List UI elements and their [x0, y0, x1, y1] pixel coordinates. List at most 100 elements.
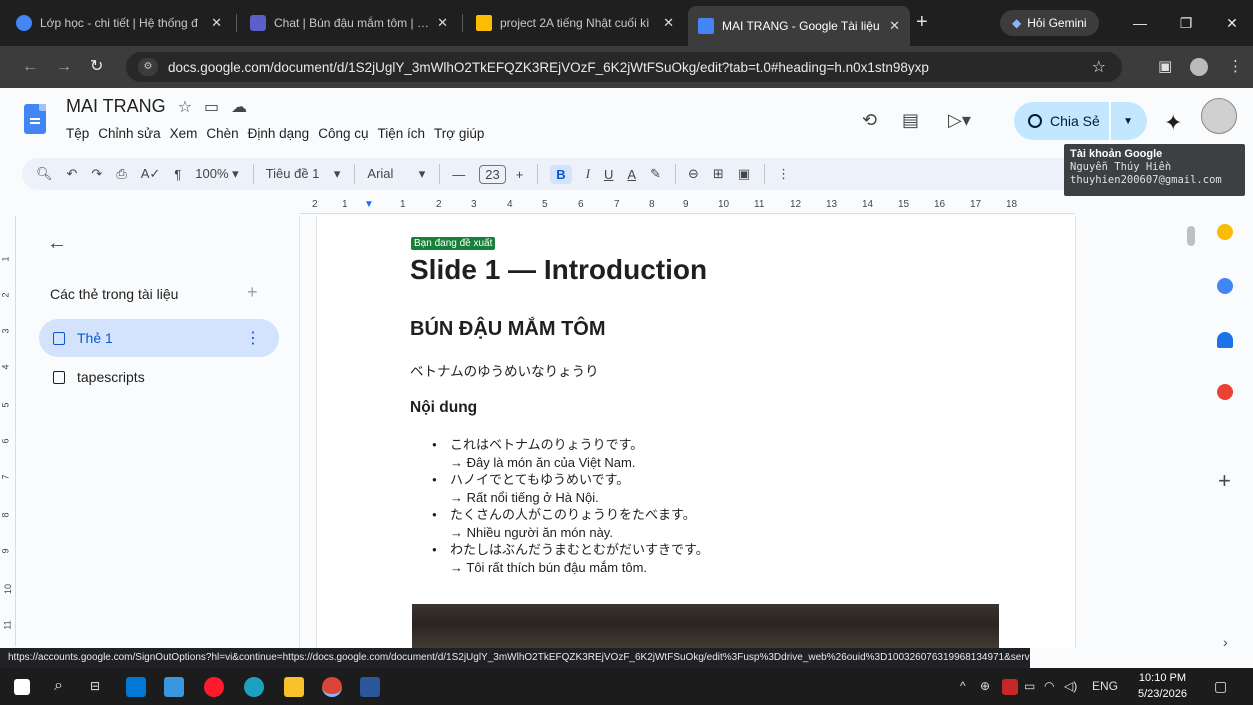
- notifications-icon[interactable]: ▢: [1214, 676, 1227, 696]
- comments-icon[interactable]: ▤: [902, 110, 919, 131]
- chevron-down-icon[interactable]: ▼: [1123, 116, 1133, 127]
- vertical-ruler[interactable]: 1 2 3 4 5 6 7 8 9 10 11: [0, 216, 16, 646]
- profile-icon[interactable]: [1190, 58, 1208, 76]
- minimize-button[interactable]: —: [1120, 8, 1160, 38]
- url-field[interactable]: ⚙ docs.google.com/document/d/1S2jUglY_3m…: [126, 52, 1122, 82]
- menu-file[interactable]: Tệp: [66, 126, 89, 141]
- chevron-right-icon[interactable]: ›: [1223, 634, 1228, 650]
- menu-view[interactable]: Xem: [170, 126, 198, 141]
- menu-help[interactable]: Trợ giúp: [434, 126, 484, 141]
- avatar[interactable]: [1201, 98, 1237, 134]
- menu-dots-icon[interactable]: ⋮: [1228, 58, 1243, 76]
- bold-icon[interactable]: B: [550, 164, 572, 184]
- more-options-icon[interactable]: ⋮: [245, 328, 261, 348]
- back-icon[interactable]: ←: [22, 56, 38, 78]
- chrome-icon[interactable]: [322, 677, 342, 697]
- font-select[interactable]: Arial ▾: [367, 166, 425, 182]
- heading-2[interactable]: BÚN ĐẬU MẮM TÔM: [410, 318, 606, 341]
- tray-app-icon[interactable]: ⊕: [980, 676, 990, 696]
- print-icon[interactable]: ⎙: [116, 166, 126, 182]
- restore-button[interactable]: ❐: [1166, 8, 1206, 38]
- photos-icon[interactable]: [164, 677, 184, 697]
- embedded-image[interactable]: [412, 604, 999, 648]
- bookmark-star-icon[interactable]: ☆: [1092, 57, 1106, 77]
- decrease-size-icon[interactable]: —: [452, 167, 465, 182]
- tab-chat[interactable]: Chat | Bún đậu mắm tôm | Mi ✕: [240, 8, 458, 38]
- add-tab-icon[interactable]: +: [247, 282, 258, 303]
- subtitle-text[interactable]: ベトナムのゆうめいなりょうり: [410, 360, 599, 380]
- folder-icon[interactable]: ▭: [204, 97, 219, 117]
- add-app-icon[interactable]: +: [1218, 468, 1231, 494]
- vivaldi-tray-icon[interactable]: [1002, 679, 1018, 695]
- more-icon[interactable]: ⋮: [777, 166, 790, 182]
- edge-icon[interactable]: [244, 677, 264, 697]
- increase-size-icon[interactable]: +: [516, 167, 524, 182]
- scrollbar[interactable]: [1187, 226, 1195, 246]
- reload-icon[interactable]: ↻: [90, 56, 103, 78]
- word-icon[interactable]: [360, 677, 380, 697]
- paint-format-icon[interactable]: ¶: [174, 167, 181, 182]
- image-icon[interactable]: ▣: [738, 166, 750, 182]
- indent-marker-icon[interactable]: ▼: [364, 199, 374, 210]
- section-heading[interactable]: Nội dung: [410, 399, 477, 417]
- document-canvas[interactable]: Bạn đang đề xuất Slide 1 — Introduction …: [301, 216, 1187, 648]
- language-indicator[interactable]: ENG: [1092, 676, 1118, 696]
- ask-gemini-button[interactable]: ◆ Hỏi Gemini: [1000, 10, 1099, 36]
- text-color-icon[interactable]: A: [627, 167, 636, 182]
- forward-icon[interactable]: →: [56, 56, 72, 78]
- zoom-select[interactable]: 100% ▾: [195, 166, 238, 182]
- wifi-icon[interactable]: ◠: [1044, 676, 1054, 696]
- comment-add-icon[interactable]: ⊞: [713, 166, 724, 182]
- bullet-list[interactable]: これはベトナムのりょうりです。 → Đây là món ăn của Việt…: [432, 436, 934, 576]
- close-icon[interactable]: ✕: [889, 18, 900, 34]
- highlight-icon[interactable]: ✎: [650, 166, 661, 182]
- undo-icon[interactable]: ↶: [67, 166, 78, 182]
- tab-mai-trang[interactable]: MAI TRANG - Google Tài liệu ✕: [688, 6, 910, 46]
- site-info-icon[interactable]: ⚙: [138, 58, 158, 76]
- docs-logo-icon[interactable]: [24, 104, 46, 134]
- reading-mode-icon[interactable]: ▣: [1158, 58, 1172, 76]
- star-icon[interactable]: ☆: [178, 97, 192, 117]
- volume-icon[interactable]: ◁): [1064, 676, 1077, 696]
- tab-project[interactable]: project 2A tiếng Nhật cuối kì ✕: [466, 8, 684, 38]
- maps-icon[interactable]: [1217, 384, 1233, 400]
- store-icon[interactable]: [126, 677, 146, 697]
- menu-format[interactable]: Định dạng: [248, 126, 310, 141]
- search-icon[interactable]: 🔍︎: [36, 166, 53, 182]
- cloud-status-icon[interactable]: ☁: [231, 97, 247, 117]
- redo-icon[interactable]: ↷: [91, 166, 102, 182]
- close-icon[interactable]: ✕: [663, 15, 674, 31]
- new-tab-button[interactable]: +: [916, 10, 928, 34]
- tab-lop-hoc[interactable]: Lớp học - chi tiết | Hệ thống đ ✕: [6, 8, 232, 38]
- horizontal-ruler[interactable]: 2 1 ▼ 1 2 3 4 5 6 7 8 9 10 11 12 13 14 1…: [300, 198, 1075, 214]
- gemini-spark-icon[interactable]: ✦: [1164, 110, 1182, 136]
- meet-icon[interactable]: ▷▾: [948, 110, 971, 131]
- opera-icon[interactable]: [204, 677, 224, 697]
- battery-icon[interactable]: ▭: [1024, 676, 1035, 696]
- font-size-input[interactable]: 23: [479, 164, 506, 184]
- menu-extensions[interactable]: Tiện ích: [378, 126, 426, 141]
- keep-icon[interactable]: [1217, 224, 1233, 240]
- search-icon[interactable]: ⌕: [54, 676, 63, 696]
- menu-insert[interactable]: Chèn: [206, 126, 238, 141]
- style-select[interactable]: Tiêu đề 1 ▾: [266, 166, 341, 182]
- underline-icon[interactable]: U: [604, 167, 613, 182]
- clock[interactable]: 10:10 PM 5/23/2026: [1138, 670, 1187, 702]
- windows-start-icon[interactable]: [14, 679, 30, 695]
- menu-edit[interactable]: Chỉnh sửa: [98, 126, 160, 141]
- contacts-icon[interactable]: [1217, 332, 1233, 348]
- menu-tools[interactable]: Công cụ: [318, 126, 368, 141]
- link-icon[interactable]: ⊖: [688, 166, 699, 182]
- sidebar-item-tapescripts[interactable]: tapescripts: [39, 358, 279, 396]
- heading-1[interactable]: Slide 1 — Introduction: [410, 254, 707, 286]
- history-icon[interactable]: ⟲: [862, 110, 877, 131]
- sidebar-item-the-1[interactable]: Thẻ 1 ⋮: [39, 319, 279, 357]
- document-title[interactable]: MAI TRANG: [66, 96, 166, 117]
- document-page[interactable]: Bạn đang đề xuất Slide 1 — Introduction …: [316, 216, 1076, 648]
- close-window-button[interactable]: ✕: [1212, 8, 1252, 38]
- chevron-up-icon[interactable]: ^: [960, 676, 966, 696]
- tasks-icon[interactable]: [1217, 278, 1233, 294]
- close-icon[interactable]: ✕: [437, 15, 448, 31]
- task-view-icon[interactable]: ⊟: [90, 676, 100, 696]
- close-icon[interactable]: ✕: [211, 15, 222, 31]
